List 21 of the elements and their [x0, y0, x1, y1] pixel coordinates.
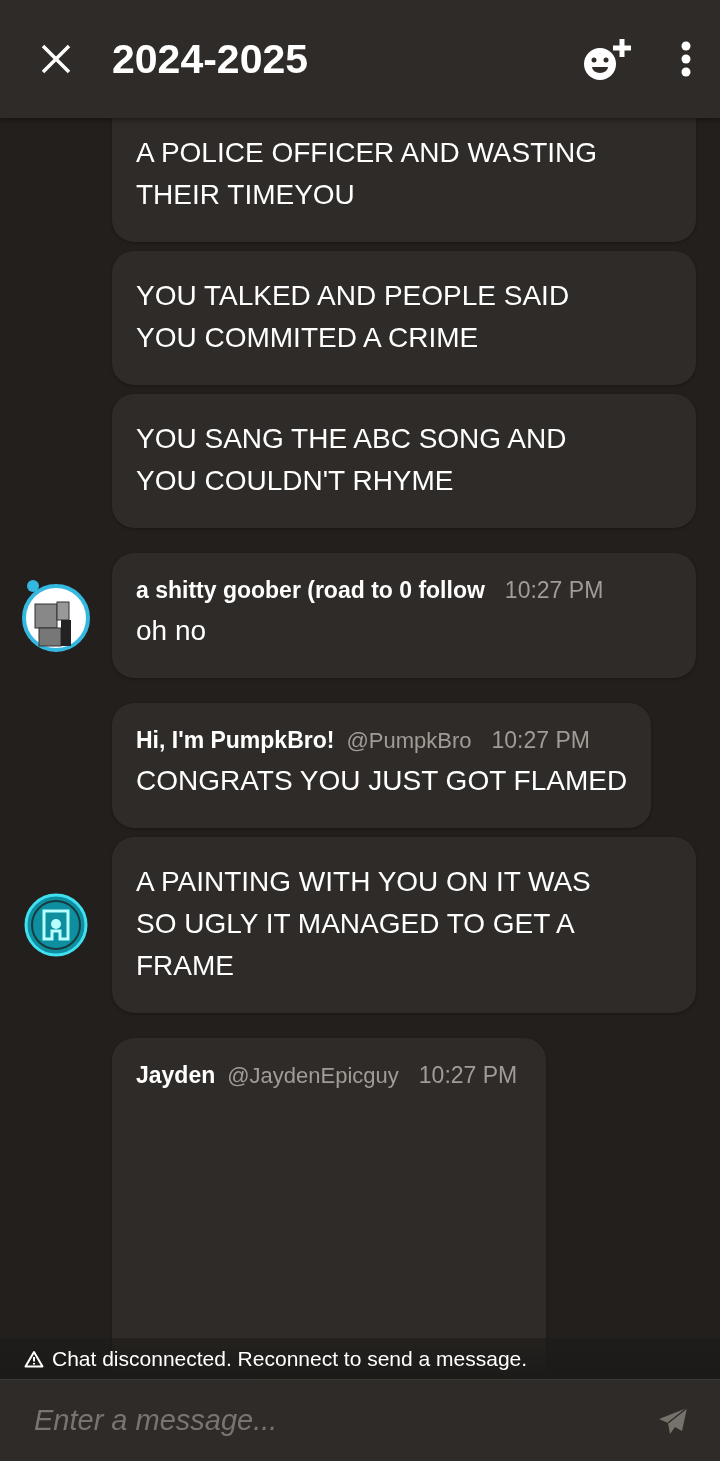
- message-time: 10:27 PM: [418, 1062, 518, 1089]
- message-text: YOU TALKED AND PEOPLE SAID YOU COMMITED A CRIME: [136, 279, 571, 355]
- message-text: oh no: [136, 614, 208, 648]
- avatar-icon[interactable]: [21, 579, 91, 652]
- message-text: CONGRATS YOU JUST GOT FLAMED: [136, 764, 628, 798]
- message-time: 10:27 PM: [491, 727, 590, 754]
- message-field[interactable]: Enter a message...: [0, 1379, 720, 1461]
- user-handle: @JaydenEpicguy: [227, 1063, 399, 1089]
- user-handle: @PumpkBro: [346, 728, 472, 754]
- message-text: A POLICE OFFICER AND WASTING THEIR TIMEYOU: [136, 136, 599, 212]
- author-name: a shitty goober (road to 0 follow: [136, 577, 485, 604]
- warning-icon: [24, 1350, 44, 1368]
- author-name: Jayden: [136, 1062, 216, 1089]
- message-text: YOU SANG THE ABC SONG AND YOU COULDN'T RHYME: [136, 422, 568, 498]
- message-text: A PAINTING WITH YOU ON IT WAS SO UGLY IT MANAGED TO GET A FRAME: [136, 865, 592, 983]
- disconnected-notice: Chat disconnected. Reconnect to send a message.: [52, 1347, 528, 1371]
- chat-title: 2024-2025: [112, 35, 310, 83]
- message-input[interactable]: Enter a message...: [32, 1403, 654, 1438]
- avatar-icon[interactable]: [24, 893, 88, 957]
- message-time: 10:27 PM: [504, 577, 604, 604]
- author-name: Hi, I'm PumpkBro!: [136, 727, 335, 754]
